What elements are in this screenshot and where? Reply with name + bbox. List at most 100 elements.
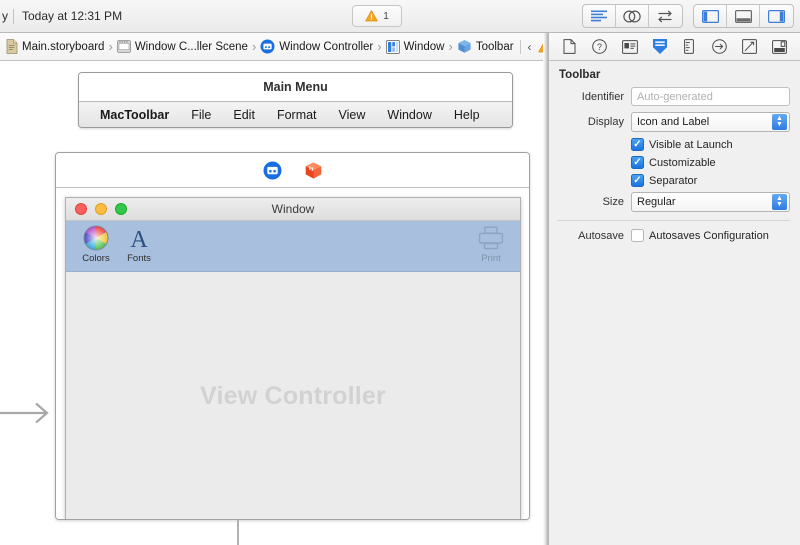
breadcrumb-label: Toolbar [475,40,514,53]
venn-circles-icon [623,9,641,23]
display-label: Display [587,116,624,128]
bottom-panel-icon [734,9,752,23]
size-popup-button[interactable]: Regular ▲ ▼ [631,192,790,212]
view-effects-inspector-tab[interactable] [767,36,791,58]
display-popup-button[interactable]: Icon and Label ▲ ▼ [631,112,790,132]
ruler-icon [684,39,695,54]
size-inspector-tab[interactable] [677,36,701,58]
storyboard-file-icon [6,39,18,54]
size-value: Regular [637,196,676,208]
identifier-row: Identifier Auto-generated [549,87,790,106]
truncated-left-label: y [2,9,8,23]
previous-issue-button[interactable]: ‹ [528,40,532,54]
autosaves-configuration-checkbox[interactable] [631,229,644,242]
question-circle-icon: ? [592,39,608,54]
toolbar-item-label: Colors [82,253,110,264]
visible-at-launch-row[interactable]: Visible at Launch [549,138,790,151]
utilities-inspector-panel: ? Toolbar Identifier Auto-generated Disp… [548,33,800,545]
top-toolbar: y Today at 12:31 PM 1 [0,0,800,33]
bindings-inspector-tab[interactable] [737,36,761,58]
inspector-section-title: Toolbar [559,69,601,81]
breadcrumb-separator: › [108,39,113,54]
menu-item-app[interactable]: MacToolbar [100,108,169,122]
breadcrumb-separator: › [251,39,257,54]
chevron-updown-icon: ▲ ▼ [772,114,787,130]
file-inspector-tab[interactable] [558,36,582,58]
menu-item-edit[interactable]: Edit [233,108,255,122]
breadcrumb-item-window-controller[interactable]: Window Controller [260,39,373,54]
separator-label: Separator [649,174,698,187]
breadcrumb-item-storyboard[interactable]: Main.storyboard [6,39,104,54]
customizable-row[interactable]: Customizable [549,156,790,169]
menu-item-window[interactable]: Window [387,108,431,122]
view-toggle-segmented-control [693,4,794,28]
activity-status-text: Today at 12:31 PM [22,9,123,23]
identifier-input[interactable]: Auto-generated [631,87,790,106]
window-title: Window [271,202,315,216]
separator-row[interactable]: Separator [549,174,790,187]
size-row: Size Regular ▲ ▼ [549,192,790,212]
menu-item-view[interactable]: View [339,108,366,122]
storyboard-entry-point-arrow [0,402,49,424]
window-object[interactable]: Window Colors A Fonts Print View Control… [65,197,521,519]
warning-count: 1 [383,10,389,22]
editor-mode-segmented-control [582,4,683,28]
standard-editor-icon [591,10,607,21]
breadcrumb-item-window[interactable]: Window [385,39,445,54]
breadcrumb-item-scene[interactable]: Window C...ller Scene [116,40,248,53]
bindings-icon [741,39,757,54]
topbar-divider [13,8,14,24]
view-effects-icon [771,39,787,54]
window-titlebar: Window [66,198,520,221]
issue-badge[interactable]: 1 [352,5,402,27]
window-controller-scene[interactable]: Window Colors A Fonts Print View Control… [55,152,530,520]
breadcrumb-label: Window C...ller Scene [134,40,248,53]
identity-inspector-tab[interactable] [618,36,642,58]
attributes-shield-icon [652,39,667,54]
attributes-inspector-tab[interactable] [648,36,672,58]
window-controller-dock-icon[interactable] [263,161,282,180]
toolbar-item-fonts[interactable]: A Fonts [116,225,162,264]
window-controller-icon [260,39,275,54]
quick-help-inspector-tab[interactable]: ? [588,36,612,58]
toggle-debug-area-button[interactable] [727,5,760,27]
main-menu-object[interactable]: Main Menu MacToolbar File Edit Format Vi… [78,72,513,128]
right-panel-icon [768,9,785,23]
toolbar-cube-dock-icon[interactable] [304,161,323,180]
toggle-utilities-button[interactable] [760,5,793,27]
topbar-left-group: y Today at 12:31 PM [0,0,122,32]
customizable-checkbox[interactable] [631,156,644,169]
visible-at-launch-checkbox[interactable] [631,138,644,151]
display-value: Icon and Label [637,116,710,128]
toolbar-item-colors[interactable]: Colors [73,225,119,264]
window-toolbar[interactable]: Colors A Fonts Print [66,221,520,272]
main-menu-title: Main Menu [79,73,512,101]
interface-builder-canvas[interactable]: Main Menu MacToolbar File Edit Format Vi… [0,61,548,545]
breadcrumb-label: Window [403,40,445,53]
standard-editor-button[interactable] [583,5,616,27]
autosave-row[interactable]: Autosave Autosaves Configuration [549,229,790,242]
chevron-updown-icon: ▲ ▼ [772,194,787,210]
toolbar-item-label: Print [481,253,501,264]
menu-item-format[interactable]: Format [277,108,317,122]
visible-at-launch-label: Visible at Launch [649,138,733,151]
inspector-tab-bar: ? [549,33,800,61]
menu-item-file[interactable]: File [191,108,211,122]
breadcrumb: Main.storyboard › Window C...ller Scene … [0,33,561,61]
window-content-view[interactable]: View Controller [66,272,520,519]
toolbar-item-print[interactable]: Print [468,225,514,264]
scene-icon [116,40,131,53]
connections-inspector-tab[interactable] [707,36,731,58]
identity-card-icon [621,39,638,54]
breadcrumb-item-toolbar[interactable]: Toolbar [457,39,514,54]
version-editor-button[interactable] [649,5,682,27]
toggle-navigator-button[interactable] [694,5,727,27]
separator-checkbox[interactable] [631,174,644,187]
autosaves-configuration-label: Autosaves Configuration [649,229,769,242]
arrow-circle-icon [712,39,727,54]
breadcrumb-label: Window Controller [279,40,374,53]
menu-item-help[interactable]: Help [454,108,480,122]
assistant-editor-button[interactable] [616,5,649,27]
inspector-fields: Identifier Auto-generated Display Icon a… [549,87,800,242]
main-menu-bar: MacToolbar File Edit Format View Window … [79,101,512,127]
